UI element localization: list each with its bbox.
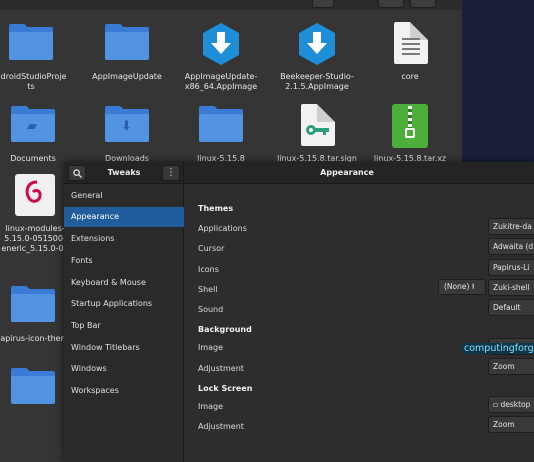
appearance-panel: Themes Applications Zukitre-da Cursor Ad…: [184, 184, 534, 462]
file-label: core: [401, 72, 419, 81]
download-hex-icon: [293, 20, 341, 68]
file-label: AppImageUpdate: [92, 72, 162, 81]
sidebar-item-appearance[interactable]: Appearance: [64, 207, 184, 227]
background-adjustment-label: Adjustment: [198, 364, 244, 373]
lock-image-label: Image: [198, 402, 224, 411]
file-item-downloads[interactable]: ⬇ Downloads: [82, 102, 172, 164]
sidebar: General Appearance Extensions Fonts Keyb…: [64, 184, 184, 462]
shell-theme-select[interactable]: Zuki-shell: [488, 279, 534, 296]
sidebar-item-workspaces[interactable]: Workspaces: [64, 381, 184, 401]
download-hex-icon: [197, 20, 245, 68]
tweaks-headerbar: Tweaks ⋮ Appearance: [64, 162, 534, 184]
sidebar-item-startup-applications[interactable]: Startup Applications: [64, 294, 184, 314]
text-document-icon: [386, 20, 434, 68]
file-item-linux-tar-sign[interactable]: linux-5.15.8.tar.sign: [272, 102, 362, 164]
watermark: computingforge: [462, 343, 534, 354]
panel-title: Appearance: [320, 168, 374, 177]
lock-adjustment-label: Adjustment: [198, 422, 244, 431]
search-icon[interactable]: [68, 165, 86, 181]
shell-none-label: (None): [444, 282, 470, 291]
file-item-androidstudioprojects[interactable]: ndroidStudioProje ts: [0, 20, 76, 92]
sound-label: Sound: [198, 305, 224, 314]
file-item-appimageupdate[interactable]: AppImageUpdate: [82, 20, 172, 82]
lock-image-button[interactable]: ▫ desktop: [488, 396, 534, 413]
folder-icon: [197, 102, 245, 150]
folder-icon: [103, 20, 151, 68]
shell-label: Shell: [198, 285, 218, 294]
tweaks-window: Tweaks ⋮ Appearance General Appearance E…: [64, 162, 534, 462]
applications-label: Applications: [198, 224, 247, 233]
sidebar-item-extensions[interactable]: Extensions: [64, 229, 184, 249]
lock-screen-heading: Lock Screen: [198, 384, 253, 393]
cursor-theme-select[interactable]: Adwaita (d: [488, 238, 534, 255]
folder-icon: [9, 282, 57, 330]
icons-theme-select[interactable]: Papirus-Li: [488, 259, 534, 276]
archive-icon: [386, 102, 434, 150]
file-item-appimageupdate-appimage[interactable]: AppImageUpdate- x86_64.AppImage: [176, 20, 266, 92]
sidebar-item-keyboard-mouse[interactable]: Keyboard & Mouse: [64, 273, 184, 293]
sidebar-item-window-titlebars[interactable]: Window Titlebars: [64, 338, 184, 358]
file-label: ndroidStudioProje ts: [0, 72, 67, 91]
applications-theme-select[interactable]: Zukitre-da: [488, 218, 534, 235]
sidebar-header: Tweaks ⋮: [64, 162, 184, 184]
key-document-icon: [293, 102, 341, 150]
file-item-core[interactable]: core: [365, 20, 455, 82]
shell-file-chooser-button[interactable]: (None) ⭱: [438, 279, 486, 295]
folder-documents-icon: ▰: [9, 102, 57, 150]
debian-package-icon: [11, 172, 59, 220]
sidebar-item-top-bar[interactable]: Top Bar: [64, 316, 184, 336]
sidebar-item-general[interactable]: General: [64, 186, 184, 206]
background-image-label: Image: [198, 343, 224, 352]
icons-label: Icons: [198, 265, 219, 274]
kebab-menu-icon[interactable]: ⋮: [162, 165, 180, 181]
cursor-label: Cursor: [198, 244, 225, 253]
file-label: Beekeeper-Studio- 2.1.5.AppImage: [280, 72, 354, 91]
sound-theme-select[interactable]: Default: [488, 299, 534, 316]
file-item-documents[interactable]: ▰ Documents: [0, 102, 78, 164]
file-item-linux-tar-xz[interactable]: linux-5.15.8.tar.xz: [365, 102, 455, 164]
lock-adjustment-select[interactable]: Zoom: [488, 416, 534, 433]
folder-icon: [7, 20, 55, 68]
image-file-icon: ▫: [493, 400, 499, 409]
folder-downloads-icon: ⬇: [103, 102, 151, 150]
background-adjustment-select[interactable]: Zoom: [488, 358, 534, 375]
sidebar-item-windows[interactable]: Windows: [64, 359, 184, 379]
folder-icon: [9, 364, 57, 412]
file-item-beekeeper-appimage[interactable]: Beekeeper-Studio- 2.1.5.AppImage: [272, 20, 362, 92]
file-label: AppImageUpdate- x86_64.AppImage: [184, 72, 258, 91]
themes-heading: Themes: [198, 204, 234, 213]
sidebar-item-fonts[interactable]: Fonts: [64, 251, 184, 271]
lock-image-value: desktop: [500, 400, 531, 409]
file-item-linux-5-15-8[interactable]: linux-5.15.8: [176, 102, 266, 164]
upload-icon: ⭱: [471, 282, 475, 291]
app-title: Tweaks: [107, 168, 141, 177]
background-heading: Background: [198, 325, 252, 334]
